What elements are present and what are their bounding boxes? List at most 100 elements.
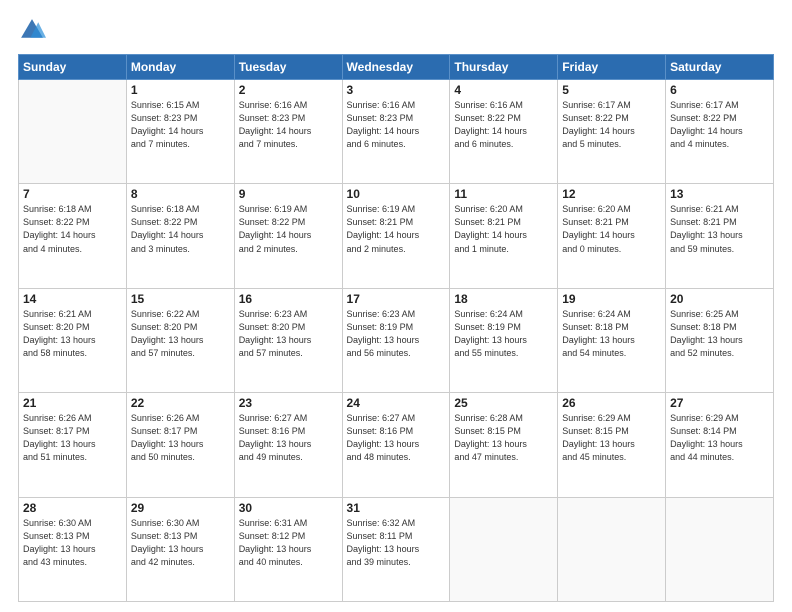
calendar-cell: 12 Sunrise: 6:20 AM Sunset: 8:21 PM Dayli… <box>558 184 666 288</box>
calendar-cell: 4 Sunrise: 6:16 AM Sunset: 8:22 PM Daylig… <box>450 80 558 184</box>
day-number: 19 <box>562 292 661 306</box>
day-number: 31 <box>347 501 446 515</box>
calendar-header-saturday: Saturday <box>666 55 774 80</box>
day-info: Sunrise: 6:16 AM Sunset: 8:22 PM Dayligh… <box>454 99 553 151</box>
day-number: 27 <box>670 396 769 410</box>
calendar-cell: 2Sunrise: 6:16 AM Sunset: 8:23 PM Daylig… <box>234 80 342 184</box>
day-info: Sunrise: 6:32 AM Sunset: 8:11 PM Dayligh… <box>347 517 446 569</box>
calendar-cell: 16 Sunrise: 6:23 AM Sunset: 8:20 PM Dayli… <box>234 288 342 392</box>
day-info: Sunrise: 6:29 AM Sunset: 8:14 PM Dayligh… <box>670 412 769 464</box>
day-number: 4 <box>454 83 553 97</box>
calendar-header-thursday: Thursday <box>450 55 558 80</box>
day-number: 12 <box>562 187 661 201</box>
day-number: 29 <box>131 501 230 515</box>
calendar-cell: 22Sunrise: 6:26 AM Sunset: 8:17 PM Dayli… <box>126 393 234 497</box>
calendar-header-tuesday: Tuesday <box>234 55 342 80</box>
day-info: Sunrise: 6:25 AM Sunset: 8:18 PM Dayligh… <box>670 308 769 360</box>
day-number: 1 <box>131 83 230 97</box>
day-number: 26 <box>562 396 661 410</box>
day-info: Sunrise: 6:22 AM Sunset: 8:20 PM Dayligh… <box>131 308 230 360</box>
calendar-cell: 20 Sunrise: 6:25 AM Sunset: 8:18 PM Dayli… <box>666 288 774 392</box>
day-number: 25 <box>454 396 553 410</box>
day-number: 10 <box>347 187 446 201</box>
calendar-cell: 15 Sunrise: 6:22 AM Sunset: 8:20 PM Dayli… <box>126 288 234 392</box>
calendar-cell: 1 Sunrise: 6:15 AM Sunset: 8:23 PM Daylig… <box>126 80 234 184</box>
calendar-header-sunday: Sunday <box>19 55 127 80</box>
calendar-week-3: 14 Sunrise: 6:21 AM Sunset: 8:20 PM Dayli… <box>19 288 774 392</box>
calendar-cell: 25 Sunrise: 6:28 AM Sunset: 8:15 PM Dayli… <box>450 393 558 497</box>
calendar-cell: 13 Sunrise: 6:21 AM Sunset: 8:21 PM Dayli… <box>666 184 774 288</box>
day-info: Sunrise: 6:21 AM Sunset: 8:21 PM Dayligh… <box>670 203 769 255</box>
day-number: 24 <box>347 396 446 410</box>
calendar-header-friday: Friday <box>558 55 666 80</box>
day-info: Sunrise: 6:17 AM Sunset: 8:22 PM Dayligh… <box>562 99 661 151</box>
day-info: Sunrise: 6:17 AM Sunset: 8:22 PM Dayligh… <box>670 99 769 151</box>
calendar-cell: 3 Sunrise: 6:16 AM Sunset: 8:23 PM Daylig… <box>342 80 450 184</box>
calendar-cell: 14 Sunrise: 6:21 AM Sunset: 8:20 PM Dayli… <box>19 288 127 392</box>
calendar-cell: 30 Sunrise: 6:31 AM Sunset: 8:12 PM Dayli… <box>234 497 342 601</box>
day-number: 6 <box>670 83 769 97</box>
day-info: Sunrise: 6:23 AM Sunset: 8:19 PM Dayligh… <box>347 308 446 360</box>
day-info: Sunrise: 6:27 AM Sunset: 8:16 PM Dayligh… <box>239 412 338 464</box>
calendar-cell: 23 Sunrise: 6:27 AM Sunset: 8:16 PM Dayli… <box>234 393 342 497</box>
calendar-cell: 18 Sunrise: 6:24 AM Sunset: 8:19 PM Dayli… <box>450 288 558 392</box>
header <box>18 16 774 44</box>
day-info: Sunrise: 6:16 AM Sunset: 8:23 PM Dayligh… <box>347 99 446 151</box>
day-number: 30 <box>239 501 338 515</box>
day-number: 15 <box>131 292 230 306</box>
logo-icon <box>18 16 46 44</box>
calendar-cell <box>666 497 774 601</box>
day-number: 11 <box>454 187 553 201</box>
day-info: Sunrise: 6:24 AM Sunset: 8:19 PM Dayligh… <box>454 308 553 360</box>
day-info: Sunrise: 6:29 AM Sunset: 8:15 PM Dayligh… <box>562 412 661 464</box>
day-number: 21 <box>23 396 122 410</box>
day-number: 8 <box>131 187 230 201</box>
day-number: 13 <box>670 187 769 201</box>
logo <box>18 16 50 44</box>
day-info: Sunrise: 6:20 AM Sunset: 8:21 PM Dayligh… <box>562 203 661 255</box>
day-info: Sunrise: 6:24 AM Sunset: 8:18 PM Dayligh… <box>562 308 661 360</box>
day-number: 18 <box>454 292 553 306</box>
day-number: 14 <box>23 292 122 306</box>
calendar-cell: 21 Sunrise: 6:26 AM Sunset: 8:17 PM Dayli… <box>19 393 127 497</box>
calendar-week-4: 21 Sunrise: 6:26 AM Sunset: 8:17 PM Dayli… <box>19 393 774 497</box>
day-info: Sunrise: 6:16 AM Sunset: 8:23 PM Dayligh… <box>239 99 338 151</box>
day-number: 7 <box>23 187 122 201</box>
calendar-cell <box>450 497 558 601</box>
calendar-header-monday: Monday <box>126 55 234 80</box>
day-info: Sunrise: 6:15 AM Sunset: 8:23 PM Dayligh… <box>131 99 230 151</box>
day-info: Sunrise: 6:28 AM Sunset: 8:15 PM Dayligh… <box>454 412 553 464</box>
calendar-cell: 9Sunrise: 6:19 AM Sunset: 8:22 PM Daylig… <box>234 184 342 288</box>
day-info: Sunrise: 6:30 AM Sunset: 8:13 PM Dayligh… <box>131 517 230 569</box>
day-info: Sunrise: 6:27 AM Sunset: 8:16 PM Dayligh… <box>347 412 446 464</box>
day-number: 20 <box>670 292 769 306</box>
day-info: Sunrise: 6:18 AM Sunset: 8:22 PM Dayligh… <box>23 203 122 255</box>
calendar-cell: 26 Sunrise: 6:29 AM Sunset: 8:15 PM Dayli… <box>558 393 666 497</box>
day-number: 16 <box>239 292 338 306</box>
calendar-cell: 8Sunrise: 6:18 AM Sunset: 8:22 PM Daylig… <box>126 184 234 288</box>
calendar-cell: 6 Sunrise: 6:17 AM Sunset: 8:22 PM Daylig… <box>666 80 774 184</box>
day-number: 23 <box>239 396 338 410</box>
day-number: 17 <box>347 292 446 306</box>
calendar-cell: 10 Sunrise: 6:19 AM Sunset: 8:21 PM Dayli… <box>342 184 450 288</box>
day-number: 5 <box>562 83 661 97</box>
calendar-cell: 29 Sunrise: 6:30 AM Sunset: 8:13 PM Dayli… <box>126 497 234 601</box>
calendar-table: SundayMondayTuesdayWednesdayThursdayFrid… <box>18 54 774 602</box>
day-info: Sunrise: 6:19 AM Sunset: 8:21 PM Dayligh… <box>347 203 446 255</box>
calendar-cell: 31 Sunrise: 6:32 AM Sunset: 8:11 PM Dayli… <box>342 497 450 601</box>
day-info: Sunrise: 6:23 AM Sunset: 8:20 PM Dayligh… <box>239 308 338 360</box>
calendar-cell: 5 Sunrise: 6:17 AM Sunset: 8:22 PM Daylig… <box>558 80 666 184</box>
calendar-cell <box>19 80 127 184</box>
calendar-cell: 19 Sunrise: 6:24 AM Sunset: 8:18 PM Dayli… <box>558 288 666 392</box>
day-number: 3 <box>347 83 446 97</box>
day-info: Sunrise: 6:26 AM Sunset: 8:17 PM Dayligh… <box>131 412 230 464</box>
calendar-cell: 28Sunrise: 6:30 AM Sunset: 8:13 PM Dayli… <box>19 497 127 601</box>
calendar-cell <box>558 497 666 601</box>
day-info: Sunrise: 6:31 AM Sunset: 8:12 PM Dayligh… <box>239 517 338 569</box>
day-number: 28 <box>23 501 122 515</box>
day-info: Sunrise: 6:21 AM Sunset: 8:20 PM Dayligh… <box>23 308 122 360</box>
day-info: Sunrise: 6:26 AM Sunset: 8:17 PM Dayligh… <box>23 412 122 464</box>
day-number: 9 <box>239 187 338 201</box>
calendar-cell: 7 Sunrise: 6:18 AM Sunset: 8:22 PM Daylig… <box>19 184 127 288</box>
calendar-week-1: 1 Sunrise: 6:15 AM Sunset: 8:23 PM Daylig… <box>19 80 774 184</box>
